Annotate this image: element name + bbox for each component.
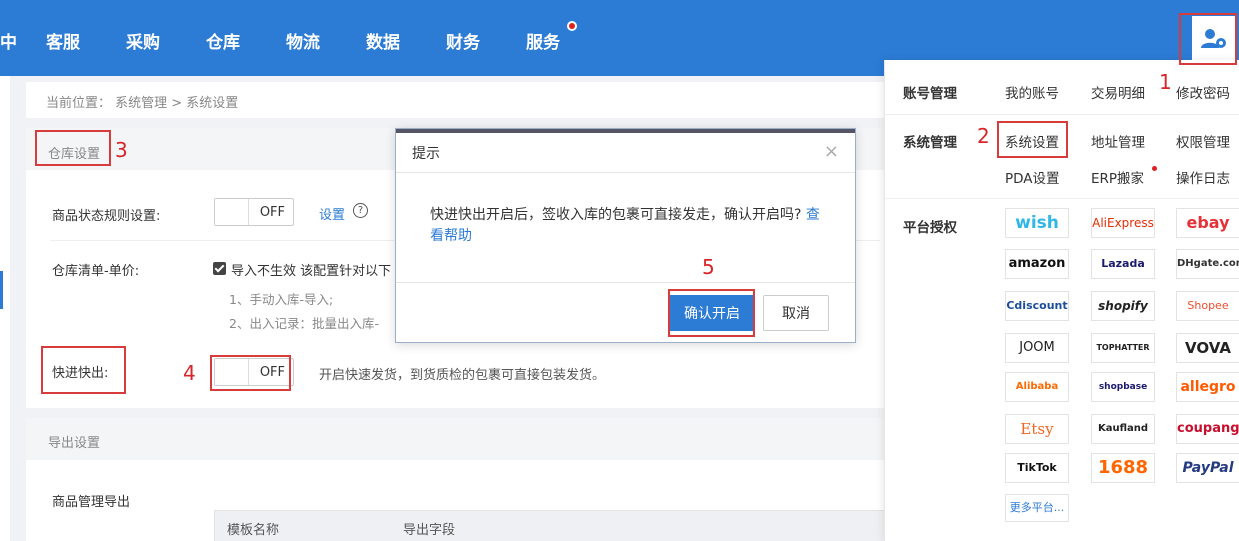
platform-allegro[interactable]: allegro bbox=[1176, 372, 1239, 402]
unit-price-label: 仓库清单-单价: bbox=[52, 264, 140, 279]
annotation-box-user-menu bbox=[1179, 13, 1237, 65]
menu-transaction-details[interactable]: 交易明细 bbox=[1091, 82, 1145, 102]
nav-partial-item[interactable]: 中 bbox=[0, 28, 17, 53]
dialog-title: 提示 bbox=[412, 146, 440, 162]
menu-divider bbox=[885, 114, 1239, 115]
menu-address-management[interactable]: 地址管理 bbox=[1091, 131, 1145, 151]
notification-dot bbox=[567, 21, 577, 31]
help-icon[interactable]: ? bbox=[353, 203, 368, 218]
nav-item-warehouse[interactable]: 仓库 bbox=[206, 28, 240, 53]
cancel-button[interactable]: 取消 bbox=[763, 295, 829, 331]
annotation-label-2: 2 bbox=[977, 124, 990, 148]
annotation-label-4: 4 bbox=[183, 361, 196, 385]
status-rule-settings-link[interactable]: 设置 bbox=[319, 204, 345, 223]
sidebar-active-indicator bbox=[0, 271, 3, 309]
nav-item-service[interactable]: 客服 bbox=[46, 28, 80, 53]
close-icon[interactable]: × bbox=[824, 141, 839, 162]
annotation-box-system-settings bbox=[997, 121, 1068, 158]
platform-amazon[interactable]: amazon bbox=[1005, 249, 1069, 279]
platform-paypal[interactable]: PayPal bbox=[1176, 453, 1239, 483]
platform-cdiscount[interactable]: Cdiscount bbox=[1005, 291, 1069, 321]
platform-coupang[interactable]: coupang bbox=[1176, 414, 1239, 444]
platform-ebay[interactable]: ebay bbox=[1176, 208, 1239, 238]
annotation-label-3: 3 bbox=[115, 138, 128, 162]
dialog-divider bbox=[396, 172, 855, 173]
breadcrumb: 当前位置： 系统管理 > 系统设置 bbox=[26, 82, 886, 118]
platform-aliexpress[interactable]: AliExpress bbox=[1091, 208, 1155, 238]
platform-shopify[interactable]: shopify bbox=[1091, 291, 1155, 321]
menu-my-account[interactable]: 我的账号 bbox=[1005, 82, 1059, 102]
platform-1688[interactable]: 1688 bbox=[1091, 453, 1155, 483]
menu-divider bbox=[885, 198, 1239, 199]
menu-erp-migration[interactable]: ERP搬家 bbox=[1091, 167, 1144, 187]
dialog-message: 快进快出开启后，签收入库的包裹可直接发走，确认开启吗? 查看帮助 bbox=[430, 205, 830, 247]
menu-pda-settings[interactable]: PDA设置 bbox=[1005, 167, 1060, 187]
system-group-title: 系统管理 bbox=[903, 135, 957, 151]
annotation-box-fast-in-out-label bbox=[41, 346, 126, 394]
import-disabled-text: 导入不生效 该配置针对以下 bbox=[231, 264, 392, 279]
platform-group-title: 平台授权 bbox=[903, 220, 957, 236]
platform-alibaba[interactable]: Alibaba bbox=[1005, 372, 1069, 402]
dialog-top-border bbox=[396, 129, 855, 133]
menu-permission-management[interactable]: 权限管理 bbox=[1176, 131, 1230, 151]
confirm-dialog: 提示 × 快进快出开启后，签收入库的包裹可直接发走，确认开启吗? 查看帮助 确认… bbox=[395, 128, 856, 343]
nav-item-services[interactable]: 服务 bbox=[526, 28, 560, 53]
col-export-fields: 导出字段 bbox=[403, 523, 456, 538]
fast-in-out-description: 开启快速发货，到货质检的包裹可直接包装发货。 bbox=[319, 368, 606, 383]
platform-joom[interactable]: JOOM bbox=[1005, 333, 1069, 363]
left-sidebar-edge bbox=[0, 76, 10, 541]
toggle-knob bbox=[215, 199, 249, 225]
erp-new-dot bbox=[1152, 166, 1157, 171]
export-table-header: 模板名称 导出字段 bbox=[214, 510, 886, 541]
account-group-title: 账号管理 bbox=[903, 86, 957, 102]
platform-vova[interactable]: VOVA bbox=[1176, 333, 1239, 363]
nav-item-data[interactable]: 数据 bbox=[366, 28, 400, 53]
dialog-message-text: 快进快出开启后，签收入库的包裹可直接发走，确认开启吗? bbox=[430, 207, 802, 223]
export-settings-header bbox=[26, 418, 886, 460]
platform-tophatter[interactable]: TOPHATTER bbox=[1091, 333, 1155, 363]
col-template-name: 模板名称 bbox=[227, 523, 280, 538]
breadcrumb-text: 当前位置： 系统管理 > 系统设置 bbox=[46, 96, 239, 111]
platform-wish[interactable]: wish bbox=[1005, 208, 1069, 238]
nav-item-purchase[interactable]: 采购 bbox=[126, 28, 160, 53]
export-settings-panel: 导出设置 商品管理导出 模板名称 导出字段 bbox=[26, 418, 886, 541]
menu-operation-log[interactable]: 操作日志 bbox=[1176, 167, 1230, 187]
product-export-label: 商品管理导出 bbox=[52, 495, 131, 510]
status-rule-toggle[interactable]: OFF bbox=[214, 198, 294, 226]
nav-item-finance[interactable]: 财务 bbox=[446, 28, 480, 53]
more-platforms-button[interactable]: 更多平台... bbox=[1005, 494, 1069, 522]
platform-lazada[interactable]: Lazada bbox=[1091, 249, 1155, 279]
platform-shopbase[interactable]: shopbase bbox=[1091, 372, 1155, 402]
price-rule-line2: 2、出入记录：批量出入库- bbox=[229, 316, 379, 331]
annotation-label-5: 5 bbox=[702, 255, 715, 279]
menu-change-password[interactable]: 修改密码 bbox=[1176, 82, 1230, 102]
annotation-box-fast-in-out-toggle bbox=[210, 355, 291, 391]
toggle-state: OFF bbox=[259, 205, 285, 220]
export-settings-title: 导出设置 bbox=[48, 436, 101, 451]
dialog-footer-divider bbox=[396, 282, 855, 283]
platform-tiktok[interactable]: TikTok bbox=[1005, 453, 1069, 483]
annotation-box-confirm-button bbox=[668, 289, 755, 337]
price-rule-line1: 1、手动入库-导入; bbox=[229, 292, 334, 307]
platform-shopee[interactable]: Shopee bbox=[1176, 291, 1239, 321]
annotation-label-1: 1 bbox=[1159, 70, 1172, 94]
platform-etsy[interactable]: Etsy bbox=[1005, 414, 1069, 444]
import-disabled-checkbox[interactable] bbox=[213, 262, 226, 275]
platform-kaufland[interactable]: Kaufland bbox=[1091, 414, 1155, 444]
annotation-box-warehouse-settings bbox=[35, 130, 111, 166]
platform-dhgate[interactable]: DHgate.com bbox=[1176, 249, 1239, 279]
status-rule-label: 商品状态规则设置: bbox=[52, 209, 161, 224]
nav-item-logistics[interactable]: 物流 bbox=[286, 28, 320, 53]
